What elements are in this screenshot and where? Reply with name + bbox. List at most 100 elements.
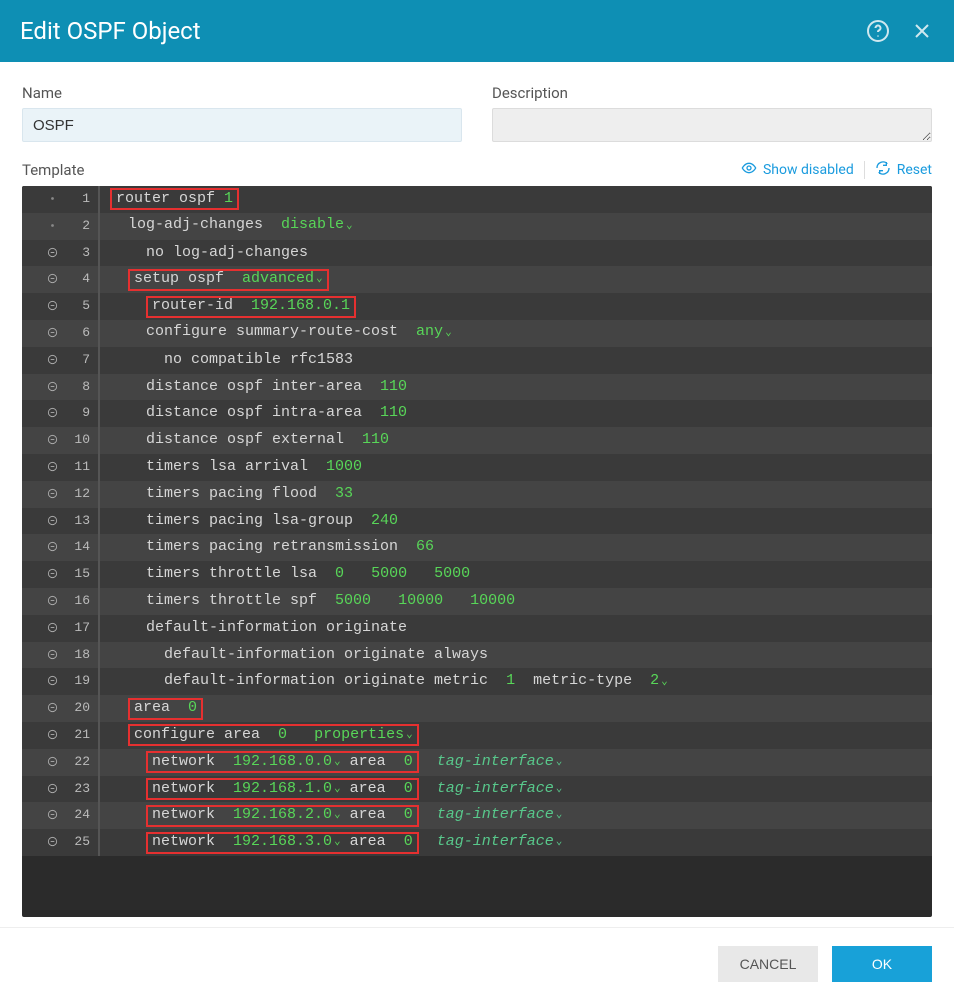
- collapse-toggle[interactable]: [22, 400, 62, 427]
- collapse-toggle[interactable]: [22, 508, 62, 535]
- code-line[interactable]: 25network 192.168.3.0⌄ area 0 tag-interf…: [22, 829, 932, 856]
- code-line[interactable]: 10distance ospf external 110: [22, 427, 932, 454]
- collapse-toggle[interactable]: [22, 266, 62, 293]
- code-content[interactable]: timers lsa arrival 1000: [110, 454, 932, 481]
- code-line[interactable]: 16timers throttle spf 5000 10000 10000: [22, 588, 932, 615]
- code-line[interactable]: 22network 192.168.0.0⌄ area 0 tag-interf…: [22, 749, 932, 776]
- code-content[interactable]: network 192.168.2.0⌄ area 0 tag-interfac…: [110, 802, 932, 829]
- code-content[interactable]: setup ospf advanced⌄: [110, 269, 932, 291]
- description-input[interactable]: [492, 108, 932, 142]
- code-content[interactable]: timers throttle lsa 0 5000 5000: [110, 561, 932, 588]
- code-line[interactable]: 11timers lsa arrival 1000: [22, 454, 932, 481]
- code-content[interactable]: timers throttle spf 5000 10000 10000: [110, 588, 932, 615]
- collapse-toggle[interactable]: [22, 347, 62, 374]
- chevron-down-icon[interactable]: ⌄: [346, 220, 353, 232]
- collapse-toggle[interactable]: [22, 615, 62, 642]
- code-line[interactable]: 8distance ospf inter-area 110: [22, 374, 932, 401]
- code-content[interactable]: area 0: [110, 698, 932, 720]
- collapse-toggle[interactable]: [22, 642, 62, 669]
- code-content[interactable]: log-adj-changes disable⌄: [110, 212, 932, 240]
- collapse-toggle[interactable]: [22, 588, 62, 615]
- code-line[interactable]: 20area 0: [22, 695, 932, 722]
- code-content[interactable]: configure summary-route-cost any⌄: [110, 319, 932, 347]
- collapse-toggle[interactable]: [22, 802, 62, 829]
- chevron-down-icon[interactable]: ⌄: [334, 802, 341, 829]
- code-line[interactable]: 13timers pacing lsa-group 240: [22, 508, 932, 535]
- ok-button[interactable]: OK: [832, 946, 932, 982]
- tag-interface-option[interactable]: tag-interface: [437, 776, 554, 803]
- name-input[interactable]: [22, 108, 462, 142]
- collapse-toggle[interactable]: [22, 374, 62, 401]
- code-line[interactable]: 6configure summary-route-cost any⌄: [22, 320, 932, 347]
- chevron-down-icon[interactable]: ⌄: [334, 749, 341, 776]
- collapse-toggle[interactable]: [22, 213, 62, 240]
- help-circle-icon[interactable]: [866, 19, 890, 43]
- collapse-toggle[interactable]: [22, 320, 62, 347]
- template-editor[interactable]: 1router ospf 12log-adj-changes disable⌄3…: [22, 186, 932, 917]
- code-line[interactable]: 18default-information originate always: [22, 642, 932, 669]
- chevron-down-icon[interactable]: ⌄: [334, 776, 341, 803]
- collapse-toggle[interactable]: [22, 293, 62, 320]
- code-content[interactable]: default-information originate: [110, 615, 932, 642]
- collapse-toggle[interactable]: [22, 427, 62, 454]
- code-line[interactable]: 15timers throttle lsa 0 5000 5000: [22, 561, 932, 588]
- code-line[interactable]: 19default-information originate metric 1…: [22, 668, 932, 695]
- code-line[interactable]: 24network 192.168.2.0⌄ area 0 tag-interf…: [22, 802, 932, 829]
- code-line[interactable]: 14timers pacing retransmission 66: [22, 534, 932, 561]
- tag-interface-option[interactable]: tag-interface: [437, 749, 554, 776]
- collapse-toggle[interactable]: [22, 722, 62, 749]
- code-content[interactable]: distance ospf intra-area 110: [110, 400, 932, 427]
- collapse-toggle[interactable]: [22, 776, 62, 803]
- show-disabled-link[interactable]: Show disabled: [741, 160, 854, 180]
- code-content[interactable]: default-information originate metric 1 m…: [110, 668, 932, 696]
- collapse-toggle[interactable]: [22, 561, 62, 588]
- collapse-toggle[interactable]: [22, 454, 62, 481]
- code-content[interactable]: distance ospf inter-area 110: [110, 374, 932, 401]
- code-content[interactable]: distance ospf external 110: [110, 427, 932, 454]
- code-line[interactable]: 9distance ospf intra-area 110: [22, 400, 932, 427]
- code-line[interactable]: 5router-id 192.168.0.1: [22, 293, 932, 320]
- code-line[interactable]: 2log-adj-changes disable⌄: [22, 213, 932, 240]
- code-line[interactable]: 1router ospf 1: [22, 186, 932, 213]
- code-content[interactable]: router ospf 1: [110, 188, 932, 210]
- code-line[interactable]: 7no compatible rfc1583: [22, 347, 932, 374]
- collapse-toggle[interactable]: [22, 695, 62, 722]
- code-line[interactable]: 21configure area 0 properties⌄: [22, 722, 932, 749]
- code-line[interactable]: 23network 192.168.1.0⌄ area 0 tag-interf…: [22, 776, 932, 803]
- collapse-toggle[interactable]: [22, 534, 62, 561]
- code-content[interactable]: network 192.168.1.0⌄ area 0 tag-interfac…: [110, 776, 932, 803]
- code-content[interactable]: timers pacing flood 33: [110, 481, 932, 508]
- chevron-down-icon[interactable]: ⌄: [661, 676, 668, 688]
- collapse-toggle[interactable]: [22, 186, 62, 213]
- code-line[interactable]: 12timers pacing flood 33: [22, 481, 932, 508]
- collapse-toggle[interactable]: [22, 481, 62, 508]
- code-content[interactable]: no log-adj-changes: [110, 240, 932, 267]
- code-content[interactable]: timers pacing lsa-group 240: [110, 508, 932, 535]
- tag-interface-option[interactable]: tag-interface: [437, 802, 554, 829]
- collapse-toggle[interactable]: [22, 668, 62, 695]
- collapse-toggle[interactable]: [22, 829, 62, 856]
- chevron-down-icon[interactable]: ⌄: [445, 327, 452, 339]
- cancel-button[interactable]: CANCEL: [718, 946, 818, 982]
- chevron-down-icon[interactable]: ⌄: [316, 266, 323, 293]
- code-line[interactable]: 4setup ospf advanced⌄: [22, 266, 932, 293]
- code-content[interactable]: network 192.168.3.0⌄ area 0 tag-interfac…: [110, 829, 932, 856]
- code-content[interactable]: no compatible rfc1583: [110, 347, 932, 374]
- code-line[interactable]: 3no log-adj-changes: [22, 240, 932, 267]
- tag-interface-option[interactable]: tag-interface: [437, 829, 554, 856]
- chevron-down-icon[interactable]: ⌄: [406, 722, 413, 749]
- chevron-down-icon[interactable]: ⌄: [334, 829, 341, 856]
- collapse-toggle[interactable]: [22, 240, 62, 267]
- collapse-toggle[interactable]: [22, 749, 62, 776]
- chevron-down-icon[interactable]: ⌄: [556, 829, 563, 856]
- chevron-down-icon[interactable]: ⌄: [556, 749, 563, 776]
- code-content[interactable]: router-id 192.168.0.1: [110, 296, 932, 318]
- code-content[interactable]: configure area 0 properties⌄: [110, 724, 932, 746]
- code-content[interactable]: default-information originate always: [110, 642, 932, 669]
- close-icon[interactable]: [910, 19, 934, 43]
- chevron-down-icon[interactable]: ⌄: [556, 776, 563, 803]
- reset-link[interactable]: Reset: [875, 160, 932, 180]
- code-line[interactable]: 17default-information originate: [22, 615, 932, 642]
- code-content[interactable]: timers pacing retransmission 66: [110, 534, 932, 561]
- code-content[interactable]: network 192.168.0.0⌄ area 0 tag-interfac…: [110, 749, 932, 776]
